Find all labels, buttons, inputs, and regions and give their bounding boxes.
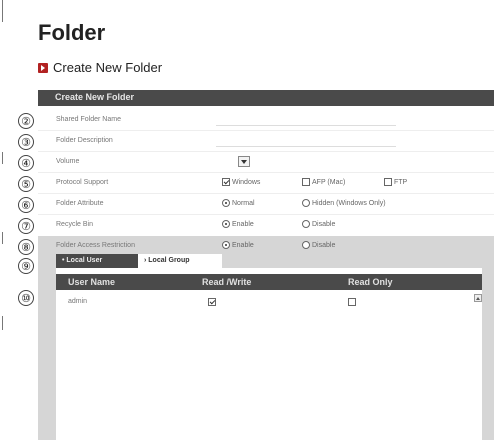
row-recycle-bin: ⑦ Recycle Bin Enable Disable [0,217,494,237]
protocol-ftp-option[interactable]: FTP [384,178,407,186]
recycle-enable-label: Enable [232,220,254,228]
attribute-hidden-option[interactable]: Hidden (Windows Only) [302,199,386,207]
folder-description-label: Folder Description [56,137,113,144]
callout-number: ③ [18,134,34,150]
shared-folder-name-input[interactable] [216,125,396,126]
recycle-disable-label: Disable [312,220,336,228]
callout-number: ⑨ [18,258,34,274]
callout-number: ⑦ [18,218,34,234]
tab-local-user[interactable]: • Local User [56,254,138,268]
protocol-afp-option[interactable]: AFP (Mac) [302,178,345,186]
restriction-disable-radio[interactable] [302,241,310,249]
user-permissions-table: User Name Read /Write Read Only admin [56,268,482,440]
afp-checkbox[interactable] [302,178,310,186]
page-edge-line-bottom [2,316,3,330]
row-folder-attribute: ⑥ Folder Attribute Normal Hidden (Window… [0,196,494,216]
callout-number: ⑧ [18,239,34,255]
row-divider [38,214,494,215]
folder-attribute-label: Folder Attribute [56,200,104,207]
volume-label: Volume [56,158,80,165]
recycle-disable-radio[interactable] [302,220,310,228]
panel-header: Create New Folder [38,90,494,106]
create-folder-heading: Create New Folder [38,60,162,75]
attribute-normal-option[interactable]: Normal [222,199,255,207]
panel-header-text: Create New Folder [55,92,135,102]
row-protocol-support: ⑤ Protocol Support Windows AFP (Mac) FTP [0,175,494,195]
tab-local-group[interactable]: › Local Group [138,254,222,268]
restriction-enable-label: Enable [232,241,254,249]
windows-checkbox[interactable] [222,178,230,186]
callout-number: ④ [18,155,34,171]
read-write-checkbox[interactable] [208,298,216,306]
create-folder-heading-text: Create New Folder [53,60,163,75]
callout-number: ② [18,113,34,129]
restriction-enable-option[interactable]: Enable [222,241,254,249]
recycle-bin-label: Recycle Bin [56,221,93,228]
access-restriction-label: Folder Access Restriction [56,242,135,249]
column-read-write: Read /Write [202,277,252,287]
normal-radio[interactable] [222,199,230,207]
scroll-up-icon[interactable] [474,294,482,302]
protocol-windows-option[interactable]: Windows [222,178,260,186]
recycle-enable-radio[interactable] [222,220,230,228]
recycle-disable-option[interactable]: Disable [302,220,335,228]
restriction-enable-radio[interactable] [222,241,230,249]
restriction-disable-label: Disable [312,241,336,249]
normal-option-label: Normal [232,199,255,207]
hidden-option-label: Hidden (Windows Only) [312,199,386,207]
callout-number: ⑩ [18,290,34,306]
read-only-checkbox[interactable] [348,298,356,306]
callout-number: ⑤ [18,176,34,192]
protocol-support-label: Protocol Support [56,179,109,186]
row-volume: ④ Volume [0,154,494,174]
arrow-bullet-icon [38,62,48,73]
row-divider [38,172,494,173]
column-user-name: User Name [68,277,116,287]
page-title: Folder [38,20,106,45]
volume-select[interactable] [238,156,250,167]
folder-description-input[interactable] [216,146,396,147]
recycle-enable-option[interactable]: Enable [222,220,254,228]
windows-option-label: Windows [232,178,261,186]
table-header: User Name Read /Write Read Only [56,274,482,290]
row-divider [38,193,494,194]
user-name-cell: admin [68,298,88,305]
ftp-option-label: FTP [394,178,408,186]
restriction-disable-option[interactable]: Disable [302,241,335,249]
ftp-checkbox[interactable] [384,178,392,186]
row-divider [38,130,494,131]
hidden-radio[interactable] [302,199,310,207]
row-shared-folder-name: ② Shared Folder Name [0,112,494,132]
row-divider [38,151,494,152]
row-folder-description: ③ Folder Description [0,133,494,153]
afp-option-label: AFP (Mac) [312,178,346,186]
callout-number: ⑥ [18,197,34,213]
column-read-only: Read Only [348,277,393,287]
shared-folder-name-label: Shared Folder Name [56,116,121,123]
page-edge-line-top [2,0,3,22]
